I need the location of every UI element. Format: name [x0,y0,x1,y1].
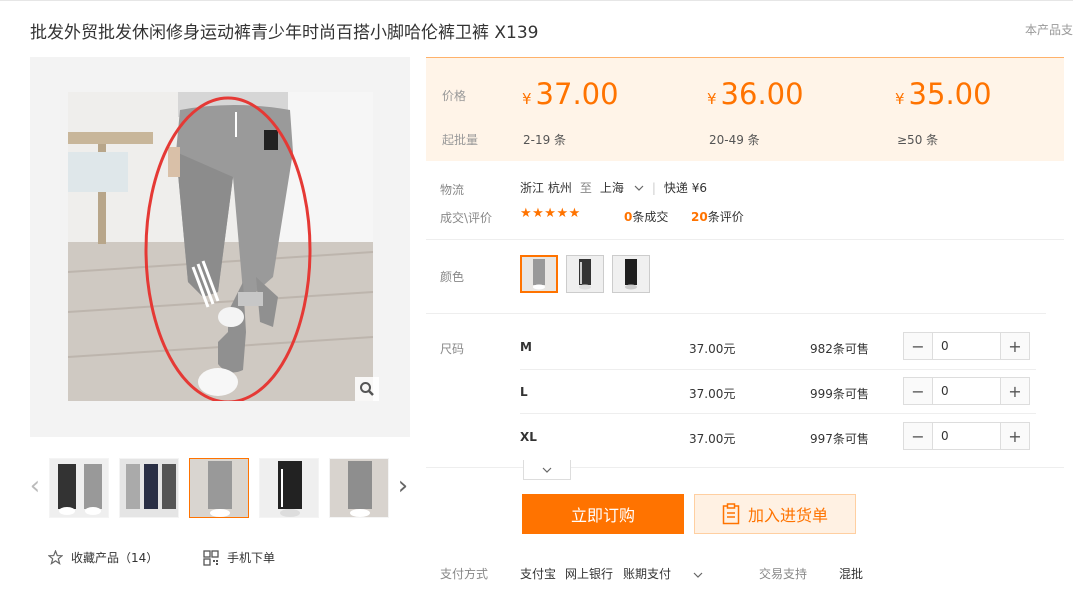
size-name: L [520,385,528,399]
quantity-input[interactable] [932,423,1001,449]
price-tier-1: ¥37.00 [522,77,619,111]
chevron-right-icon[interactable]: › [396,468,410,504]
quantity-input[interactable] [932,378,1001,404]
batch-range-3: ≥50 条 [897,133,939,147]
plus-button[interactable]: + [1001,378,1029,404]
price-tier-2: ¥36.00 [707,77,804,111]
batch-range-1: 2-19 条 [523,133,567,147]
thumbnail-1[interactable] [49,458,109,518]
mobile-order-label: 手机下单 [227,551,276,565]
main-product-image [68,92,373,401]
price-value: 35.00 [908,77,992,111]
top-border [0,0,1073,1]
divider [426,239,1064,240]
quantity-stepper-m: − + [903,332,1030,360]
currency-symbol: ¥ [707,90,717,108]
batch-label: 起批量 [442,133,479,147]
separator: | [651,180,656,195]
payment-method-2: 网上银行 [565,567,614,581]
chevron-left-icon[interactable]: ‹ [28,468,42,504]
review-count[interactable]: 20条评价 [691,208,744,225]
chevron-down-icon [634,185,644,191]
price-tier-3: ¥35.00 [895,77,992,111]
qr-code-icon [203,549,219,566]
minus-button[interactable]: − [904,423,932,449]
divider [426,313,1046,314]
ship-to: 上海 [599,181,624,195]
favorite-button[interactable]: 收藏产品（14） [48,549,158,566]
minus-button[interactable]: − [904,378,932,404]
to-word: 至 [579,181,592,195]
color-swatch-stripe[interactable] [566,255,604,293]
logistics-info: 浙江 杭州 至 上海 | 快递 ¥6 [520,179,707,196]
review-count-suffix: 条评价 [707,210,744,224]
mobile-order-button[interactable]: 手机下单 [203,549,275,566]
add-to-cart-label: 加入进货单 [747,508,828,525]
plus-button[interactable]: + [1001,423,1029,449]
thumbnail-4[interactable] [259,458,319,518]
size-stock: 982条可售 [810,342,869,356]
plus-button[interactable]: + [1001,333,1029,359]
payment-method-3: 账期支付 [623,567,672,581]
deal-count[interactable]: 0条成交 [624,208,668,225]
size-price: 37.00元 [689,432,736,446]
trade-support-label: 交易支持 [759,567,808,581]
trade-support-value: 混批 [839,567,864,581]
review-count-value: 20 [691,210,708,224]
support-link[interactable]: 本产品支 [1025,21,1073,38]
expand-sizes-button[interactable] [523,460,571,480]
price-label: 价格 [442,89,467,103]
size-name: XL [520,430,537,444]
size-stock: 999条可售 [810,387,869,401]
chevron-down-icon [693,572,703,578]
color-swatch-grey[interactable] [520,255,558,293]
deal-count-suffix: 条成交 [632,210,669,224]
rating-stars: ★★★★★ [520,206,581,221]
quantity-stepper-l: − + [903,377,1030,405]
price-panel: 价格 起批量 ¥37.00 ¥36.00 ¥35.00 2-19 条 20-49… [426,57,1064,161]
shipping-cost: 快递 ¥6 [663,181,707,195]
payment-method-1: 支付宝 [520,567,557,581]
color-swatch-black[interactable] [612,255,650,293]
price-value: 37.00 [535,77,619,111]
clipboard-icon [722,503,740,525]
favorite-label: 收藏产品（14） [71,551,159,565]
thumbnail-3[interactable] [189,458,249,518]
thumbnail-strip: ‹ › [28,456,412,520]
main-image-box[interactable] [30,57,410,437]
currency-symbol: ¥ [895,90,905,108]
currency-symbol: ¥ [522,90,532,108]
star-outline-icon [48,550,63,565]
reviews-label: 成交\评价 [440,211,493,225]
size-price: 37.00元 [689,342,736,356]
divider [520,413,1036,414]
product-title: 批发外贸批发休闲修身运动裤青少年时尚百搭小脚哈伦裤卫裤 X139 [30,23,539,43]
quantity-input[interactable] [932,333,1001,359]
ship-from: 浙江 杭州 [520,181,572,195]
batch-range-2: 20-49 条 [709,133,760,147]
quantity-stepper-xl: − + [903,422,1030,450]
search-icon[interactable] [355,377,379,401]
size-label: 尺码 [440,342,465,356]
add-to-cart-button[interactable]: 加入进货单 [694,494,856,534]
price-value: 36.00 [720,77,804,111]
ship-to-select[interactable]: 上海 [600,179,644,196]
logistics-label: 物流 [440,183,465,197]
divider [520,369,1036,370]
color-label: 颜色 [440,270,465,284]
size-price: 37.00元 [689,387,736,401]
thumbnail-2[interactable] [119,458,179,518]
minus-button[interactable]: − [904,333,932,359]
divider [426,467,1064,468]
payment-label: 支付方式 [440,567,489,581]
chevron-down-icon [542,467,552,473]
thumbnail-5[interactable] [329,458,389,518]
size-name: M [520,340,532,354]
buy-now-button[interactable]: 立即订购 [522,494,684,534]
payment-expand[interactable] [693,567,703,581]
size-stock: 997条可售 [810,432,869,446]
